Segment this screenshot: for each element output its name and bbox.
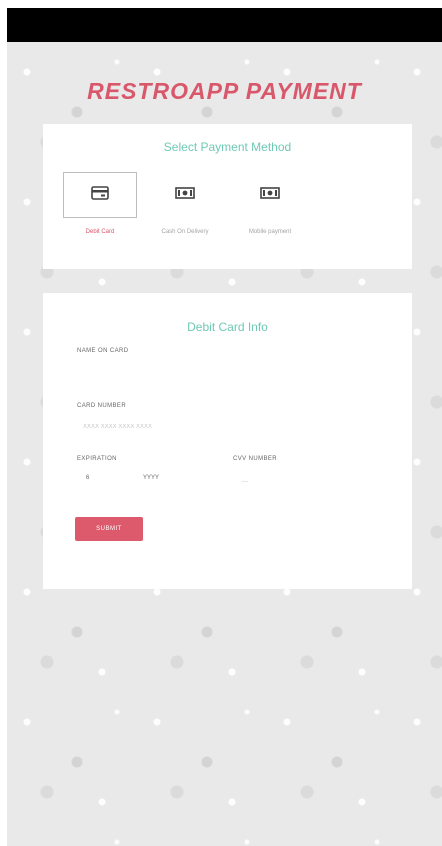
name-on-card-input[interactable]: [77, 363, 377, 377]
cash-icon: [175, 186, 195, 204]
method-label: Cash On Delivery: [161, 229, 209, 235]
app-screen: RESTROAPP PAYMENT Select Payment Method …: [0, 0, 442, 846]
method-tile: [148, 172, 222, 218]
method-mobile-payment[interactable]: Mobile payment: [233, 172, 307, 242]
method-label: Mobile payment: [248, 229, 292, 235]
method-tile: [63, 172, 137, 218]
debit-card-heading: Debit Card Info: [187, 320, 268, 334]
credit-card-icon: [91, 185, 109, 205]
name-on-card-label: NAME ON CARD: [77, 348, 129, 354]
method-cash-on-delivery[interactable]: Cash On Delivery: [148, 172, 222, 242]
cvv-input[interactable]: [242, 475, 302, 489]
expiration-month-select[interactable]: 6: [86, 475, 116, 489]
method-debit-card[interactable]: Debit Card: [63, 172, 137, 242]
cash-icon: [260, 186, 280, 204]
payment-method-heading: Select Payment Method: [163, 140, 292, 154]
submit-button[interactable]: SUBMIT: [75, 517, 143, 541]
debit-card-info-card: Debit Card Info NAME ON CARD CARD NUMBER…: [43, 293, 412, 589]
payment-method-card: Select Payment Method Debit Card Cash On…: [43, 124, 412, 269]
status-bar: [7, 8, 442, 42]
expiration-label: EXPIRATION: [77, 456, 117, 462]
expiration-year-select[interactable]: YYYY: [143, 475, 183, 489]
method-label: Debit Card: [85, 229, 115, 235]
cvv-number-label: CVV NUMBER: [233, 456, 278, 462]
method-tile: [233, 172, 307, 218]
card-number-input[interactable]: [83, 420, 283, 434]
page-title: RESTROAPP PAYMENT: [87, 78, 362, 104]
card-number-label: CARD NUMBER: [77, 403, 127, 409]
